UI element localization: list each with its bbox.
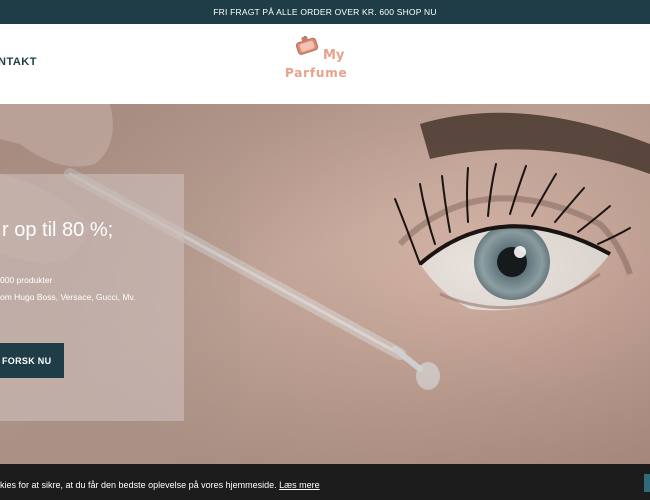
logo-text-parfume: Parfume: [285, 66, 348, 80]
hero-subtext-products: 000 produkter: [0, 275, 53, 285]
announcement-bar[interactable]: FRI FRAGT PÅ ALLE ORDER OVER KR. 600 SHO…: [0, 0, 650, 24]
logo-text-my: My: [323, 48, 345, 63]
hero-banner: r op til 80 %; 000 produkter om Hugo Bos…: [0, 104, 650, 464]
cookie-message: kies for at sikre, at du får den bedste …: [0, 480, 320, 490]
cookie-bar: kies for at sikre, at du får den bedste …: [0, 464, 650, 500]
site-logo[interactable]: My Parfume: [282, 32, 367, 86]
announcement-text[interactable]: FRI FRAGT PÅ ALLE ORDER OVER KR. 600 SHO…: [213, 7, 436, 17]
perfume-bottle-icon: [295, 36, 319, 55]
hero-title: r op til 80 %;: [2, 219, 114, 241]
cookie-accept-button[interactable]: [644, 474, 650, 492]
cookie-read-more-link[interactable]: Læs mere: [279, 480, 320, 490]
hero-subtext-brands: om Hugo Boss, Versace, Gucci, Mv.: [0, 292, 136, 302]
hero-promo-panel: r op til 80 %; 000 produkter om Hugo Bos…: [0, 174, 184, 421]
site-header: NTAKT My Parfume: [0, 24, 650, 104]
shop-now-button[interactable]: FORSK NU: [0, 343, 64, 378]
cookie-message-text: kies for at sikre, at du får den bedste …: [0, 480, 277, 490]
nav-item-contact[interactable]: NTAKT: [0, 56, 37, 68]
